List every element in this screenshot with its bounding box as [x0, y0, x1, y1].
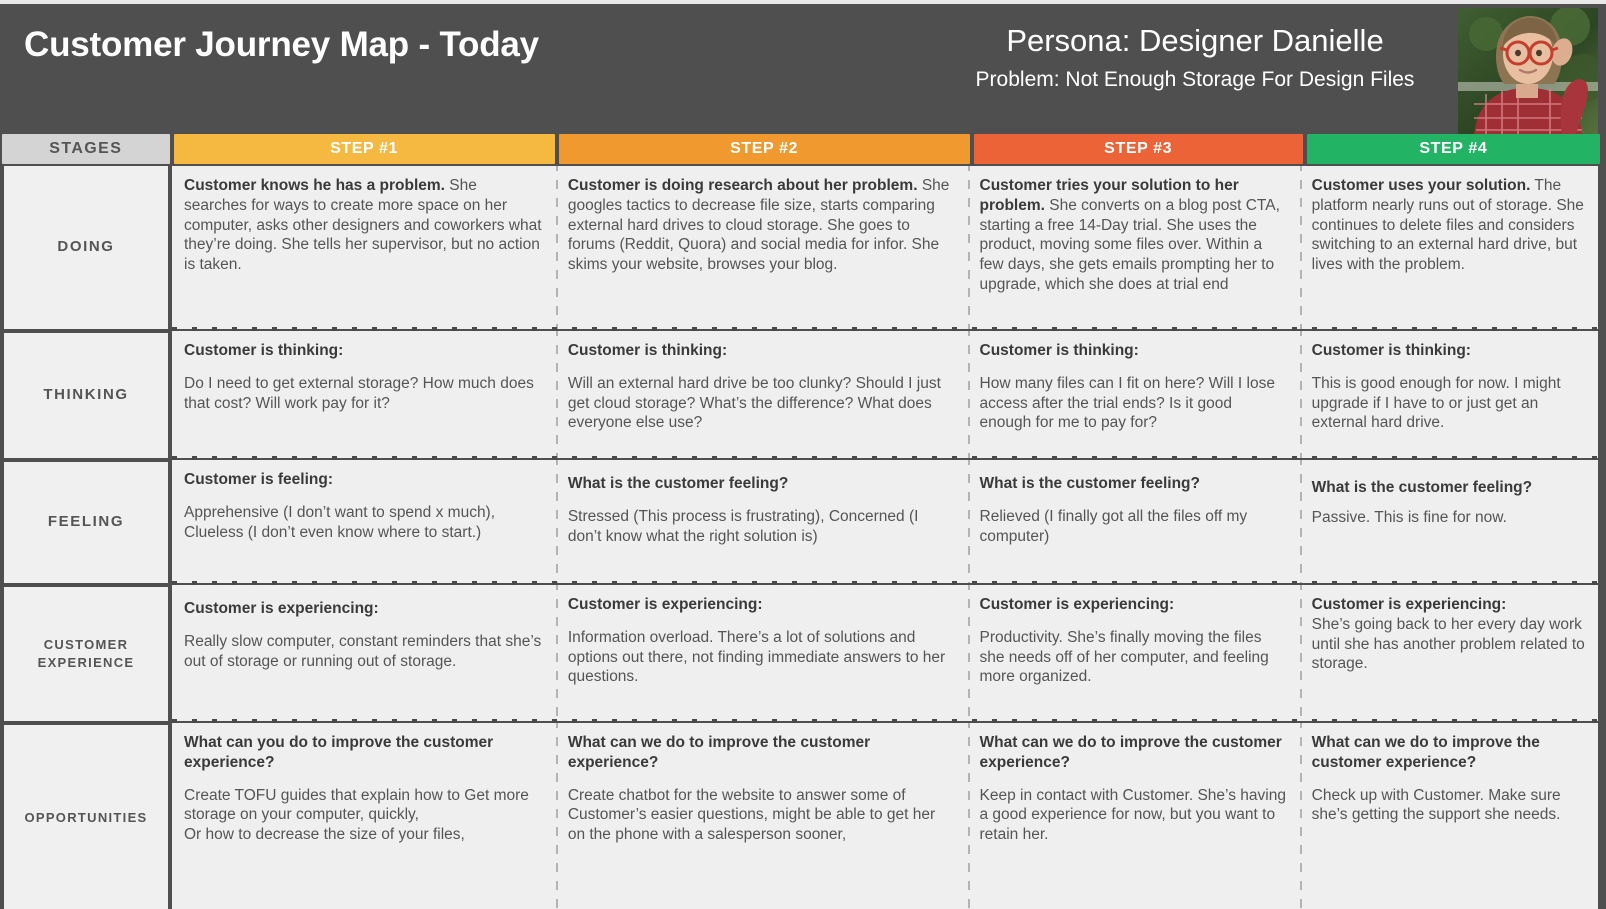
cell-body: Check up with Customer. Make sure she’s …: [1311, 786, 1561, 824]
map-header: Customer Journey Map - Today Persona: De…: [0, 4, 1606, 134]
cell-title: What is the customer feeling?: [567, 475, 789, 492]
cell-doing-step-4-text: Customer uses your solution. The platfor…: [1312, 176, 1586, 275]
cell-title: What can we do to improve the customer e…: [567, 734, 871, 771]
cell-doing-step-2-text: Customer is doing research about her pro…: [568, 176, 956, 275]
cell-body: Information overload. There’s a lot of s…: [567, 628, 946, 686]
cell-title: What is the customer feeling?: [1311, 479, 1533, 496]
cell-body: Create chatbot for the website to answer…: [567, 786, 936, 844]
cell-feeling-step-4: What is the customer feeling? Passive. T…: [1299, 460, 1598, 583]
cell-title: What is the customer feeling?: [979, 475, 1200, 492]
column-header-row: STAGES STEP #1 STEP #2 STEP #3 STEP #4: [0, 134, 1600, 164]
cell-feeling-step-3: What is the customer feeling? Relieved (…: [967, 460, 1300, 583]
cell-opportunities-step-2: What can we do to improve the customer e…: [555, 723, 968, 909]
cell-title: Customer is feeling:: [184, 471, 333, 488]
stage-label-opportunities: OPPORTUNITIES: [2, 723, 170, 909]
cell-body: Relieved (I finally got all the files of…: [979, 507, 1248, 545]
row-divider-feeling: [172, 581, 1598, 585]
cell-doing-step-3-text: Customer tries your solution to her prob…: [980, 176, 1288, 295]
cell-experience-step-3: Customer is experiencing: Productivity. …: [967, 585, 1300, 721]
row-feeling: FEELING Customer is feeling: Apprehensiv…: [0, 460, 1600, 585]
cell-title: Customer is experiencing:: [1311, 596, 1507, 613]
column-header-step-2[interactable]: STEP #2: [558, 134, 970, 164]
stage-label-thinking: THINKING: [2, 331, 170, 460]
cell-title: Customer is experiencing:: [184, 600, 379, 617]
cell-title: Customer is experiencing:: [979, 596, 1175, 613]
row-customer-experience: CUSTOMER EXPERIENCE Customer is experien…: [0, 585, 1600, 723]
cell-body: This is good enough for now. I might upg…: [1311, 374, 1561, 432]
cell-thinking-step-3: Customer is thinking: How many files can…: [967, 331, 1300, 458]
row-thinking: THINKING Customer is thinking: Do I need…: [0, 331, 1600, 460]
cell-thinking-step-2: Customer is thinking: Will an external h…: [555, 331, 968, 458]
cell-body: Productivity. She’s finally moving the f…: [979, 628, 1269, 686]
cell-body: She’s going back to her every day work u…: [1311, 615, 1585, 673]
cell-thinking-step-1: Customer is thinking: Do I need to get e…: [172, 331, 556, 458]
cell-title: Customer is experiencing:: [567, 596, 763, 613]
cell-title: Customer is thinking:: [184, 342, 344, 359]
cell-title: Customer is thinking:: [1311, 342, 1471, 359]
cell-experience-step-1: Customer is experiencing: Really slow co…: [172, 585, 556, 721]
cell-body: Will an external hard drive be too clunk…: [567, 374, 941, 432]
cell-body: Stressed (This process is frustrating), …: [567, 507, 919, 545]
cell-doing-step-1-text: Customer knows he has a problem. She sea…: [184, 176, 544, 275]
cell-body: Keep in contact with Customer. She’s hav…: [979, 786, 1286, 844]
cell-lead: Customer uses your solution.: [1311, 177, 1531, 194]
cell-thinking-step-4: Customer is thinking: This is good enoug…: [1299, 331, 1598, 458]
cell-title: Customer is thinking:: [567, 342, 728, 359]
stage-label-feeling: FEELING: [2, 460, 170, 585]
header-title-area: Customer Journey Map - Today: [0, 4, 800, 65]
cell-body: Create TOFU guides that explain how to G…: [184, 786, 529, 844]
cell-lead: Customer is doing research about her pro…: [567, 177, 918, 194]
cell-doing-step-2: Customer is doing research about her pro…: [555, 166, 968, 329]
journey-map-board: Customer Journey Map - Today Persona: De…: [0, 0, 1606, 909]
stage-label-customer-experience: CUSTOMER EXPERIENCE: [2, 585, 170, 723]
cell-body: Do I need to get external storage? How m…: [184, 374, 534, 412]
cell-experience-step-4: Customer is experiencing: She’s going ba…: [1299, 585, 1598, 721]
cell-experience-step-2: Customer is experiencing: Information ov…: [555, 585, 968, 721]
column-header-step-1[interactable]: STEP #1: [173, 134, 555, 164]
row-opportunities: OPPORTUNITIES What can you do to improve…: [0, 723, 1600, 909]
cell-doing-step-3: Customer tries your solution to her prob…: [967, 166, 1300, 329]
cell-body: Apprehensive (I don’t want to spend x mu…: [184, 503, 496, 541]
cell-opportunities-step-4: What can we do to improve the customer e…: [1299, 723, 1598, 909]
cell-doing-step-1: Customer knows he has a problem. She sea…: [172, 166, 556, 329]
column-header-step-4[interactable]: STEP #4: [1306, 134, 1600, 164]
cell-feeling-step-2: What is the customer feeling? Stressed (…: [555, 460, 968, 583]
cell-body: Passive. This is fine for now.: [1311, 508, 1507, 526]
cell-title: What can we do to improve the customer e…: [1311, 734, 1540, 771]
cell-body: How many files can I fit on here? Will I…: [979, 374, 1275, 432]
stage-label-doing: DOING: [2, 164, 170, 331]
column-header-step-3[interactable]: STEP #3: [973, 134, 1303, 164]
row-divider-doing: [172, 327, 1598, 331]
cell-feeling-step-1: Customer is feeling: Apprehensive (I don…: [172, 460, 556, 583]
persona-photo: [1458, 8, 1598, 134]
cell-title: What can you do to improve the customer …: [184, 734, 494, 771]
row-divider-customer-experience: [172, 719, 1598, 723]
cell-lead: Customer knows he has a problem.: [184, 177, 445, 194]
cell-opportunities-step-3: What can we do to improve the customer e…: [967, 723, 1300, 909]
cell-doing-step-4: Customer uses your solution. The platfor…: [1299, 166, 1598, 329]
cell-body: Really slow computer, constant reminders…: [184, 632, 542, 670]
page-title: Customer Journey Map - Today: [24, 25, 539, 64]
cell-title: Customer is thinking:: [979, 342, 1139, 359]
row-doing: DOING Customer knows he has a problem. S…: [0, 164, 1600, 331]
row-divider-thinking: [172, 456, 1598, 460]
cell-title: What can we do to improve the customer e…: [979, 734, 1282, 771]
column-header-stages: STAGES: [2, 134, 170, 164]
cell-opportunities-step-1: What can you do to improve the customer …: [172, 723, 556, 909]
journey-grid: STAGES STEP #1 STEP #2 STEP #3 STEP #4 D…: [0, 134, 1606, 909]
